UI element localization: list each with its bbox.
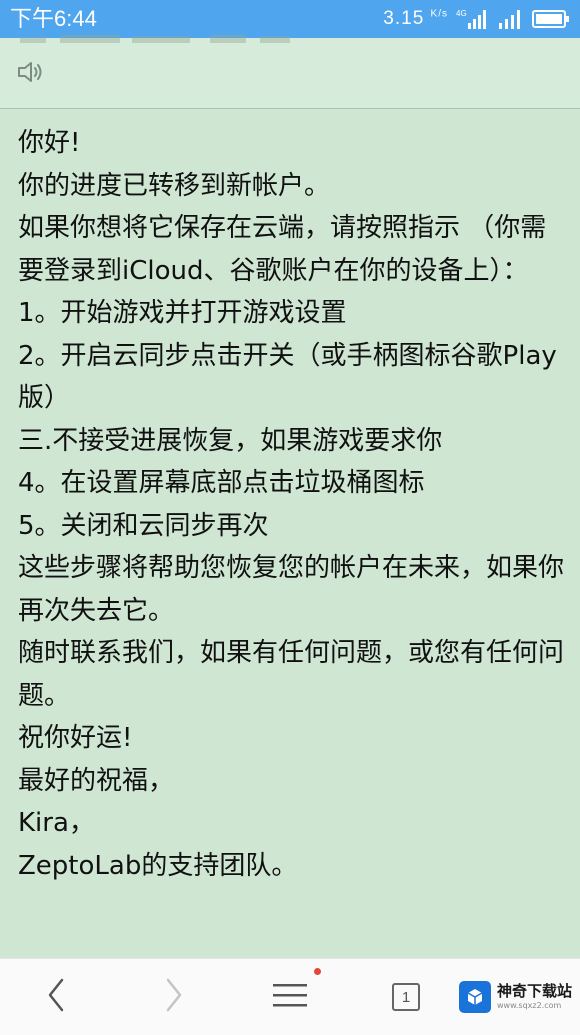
- watermark-subtitle: www.sqxz2.com: [496, 1001, 562, 1010]
- message-body: 你好! 你的进度已转移到新帐户。 如果你想将它保存在云端，请按照指示 （你需要登…: [18, 122, 566, 887]
- status-indicators: 3.15 K/s 4G: [383, 6, 570, 32]
- back-button[interactable]: [24, 959, 88, 1035]
- browser-bottom-bar: 1 神奇下载站 www.sqxz2.com: [0, 958, 580, 1035]
- network-type-label: 4G: [456, 9, 467, 18]
- tabs-icon: 1: [392, 983, 420, 1011]
- message-line-step-1: 1。开始游戏并打开游戏设置: [18, 298, 347, 328]
- watermark-text: 神奇下载站 www.sqxz2.com: [497, 984, 572, 1010]
- network-speed-value: 3.15: [383, 8, 425, 29]
- forward-arrow-icon: [164, 978, 184, 1016]
- message-line-step-5: 5。关闭和云同步再次: [18, 510, 269, 541]
- watermark-logo-icon: [458, 981, 491, 1013]
- menu-notification-dot: [314, 968, 321, 975]
- message-line-greeting: 你好!: [18, 128, 81, 158]
- menu-button[interactable]: [258, 959, 322, 1035]
- message-line-step-4: 4。在设置屏幕底部点击垃圾桶图标: [18, 468, 425, 498]
- speaker-icon[interactable]: [16, 58, 46, 90]
- message-line-good-luck: 祝你好运!: [18, 723, 133, 753]
- message-line-transfer: 你的进度已转移到新帐户。: [18, 170, 331, 201]
- watermark-title: 神奇下载站: [496, 982, 572, 1000]
- message-line-contact-note: 随时联系我们，如果有任何问题，或您有任何问题。: [18, 638, 565, 711]
- tabs-button[interactable]: 1: [374, 959, 438, 1035]
- network-speed: 3.15 K/s: [383, 8, 448, 30]
- back-arrow-icon: [46, 978, 66, 1016]
- cut-off-text: [20, 24, 320, 54]
- battery-icon: [532, 9, 570, 29]
- message-line-signature-name: Kira，: [18, 808, 95, 838]
- network-speed-unit: K/s: [430, 8, 448, 20]
- message-line-signature-team: ZeptoLab的支持团队。: [18, 850, 298, 881]
- tab-count: 1: [401, 988, 411, 1006]
- signal-icon: [498, 8, 524, 30]
- watermark: 神奇下载站 www.sqxz2.com: [458, 977, 572, 1017]
- message-line-regards: 最好的祝福，: [18, 765, 175, 796]
- message-line-step-2: 2。开启云同步点击开关（或手柄图标谷歌Play版）: [18, 340, 557, 414]
- message-line-instructions-intro: 如果你想将它保存在云端，请按照指示 （你需要登录到iCloud、谷歌账户在你的设…: [18, 213, 547, 286]
- message-line-recovery-note: 这些步骤将帮助您恢复您的帐户在未来，如果你再次失去它。: [18, 553, 565, 626]
- signal-4g-icon: 4G: [456, 8, 490, 30]
- message-line-step-3: 三.不接受进展恢复，如果游戏要求你: [18, 425, 443, 456]
- forward-button[interactable]: [142, 959, 206, 1035]
- previous-message-strip: [0, 35, 580, 109]
- menu-icon: [272, 980, 308, 1014]
